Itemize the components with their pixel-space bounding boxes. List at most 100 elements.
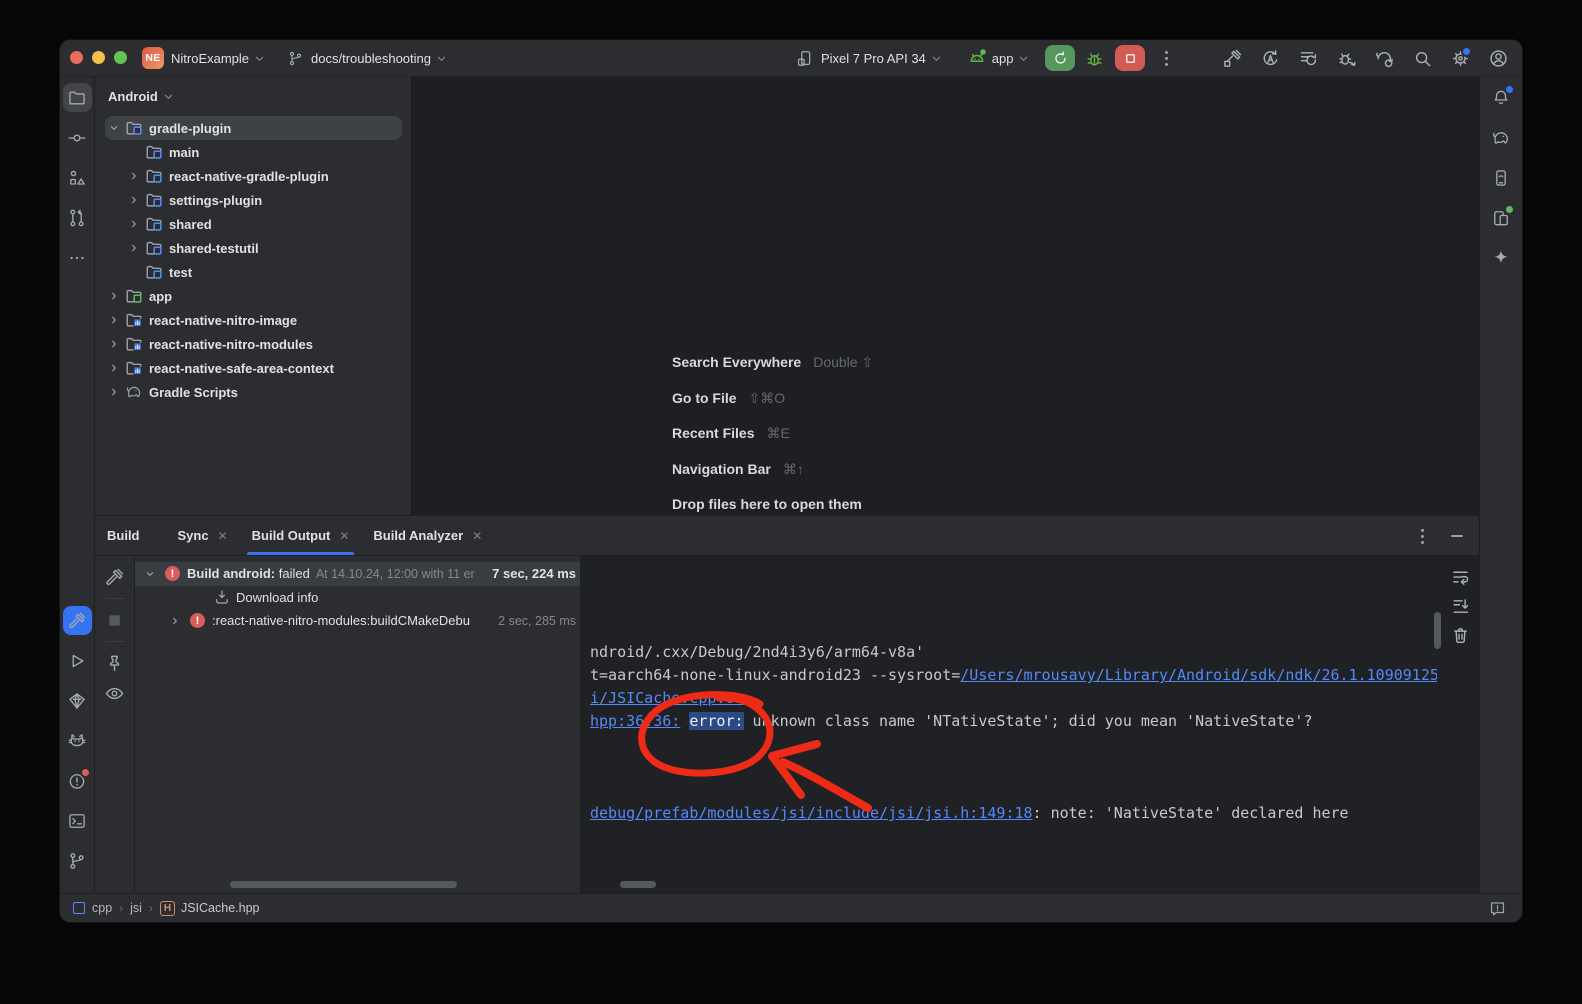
tree-indent[interactable] bbox=[125, 264, 143, 280]
tool-window-button-structure[interactable] bbox=[63, 163, 92, 192]
project-view-selector[interactable]: Android bbox=[95, 76, 411, 116]
apply-code-changes-button[interactable] bbox=[1296, 46, 1320, 70]
breadcrumb-item[interactable]: cpp bbox=[92, 901, 112, 915]
tool-window-button-terminal[interactable] bbox=[63, 806, 92, 835]
tree-item-shared-testutil[interactable]: shared-testutil bbox=[105, 236, 402, 260]
build-tree-row[interactable]: !Build android: failedAt 14.10.24, 12:00… bbox=[135, 562, 580, 586]
console-vertical-scrollbar[interactable] bbox=[1434, 612, 1441, 649]
chevron-right-icon[interactable] bbox=[125, 216, 143, 232]
tree-item-react-native-gradle-plugin[interactable]: react-native-gradle-plugin bbox=[105, 164, 402, 188]
chevron-right-icon[interactable] bbox=[125, 240, 143, 256]
minimize-window-button[interactable] bbox=[92, 51, 105, 64]
build-tree-row[interactable]: !:react-native-nitro-modules:buildCMakeD… bbox=[135, 609, 580, 633]
tool-window-button-run[interactable] bbox=[63, 646, 92, 675]
chevron-down-icon[interactable] bbox=[141, 566, 159, 582]
chevron-down-icon[interactable] bbox=[1016, 51, 1031, 66]
sync-gradle-button[interactable] bbox=[1372, 46, 1396, 70]
console-link[interactable]: hpp:36:36: bbox=[590, 712, 680, 730]
device-selector[interactable]: Pixel 7 Pro API 34 bbox=[821, 51, 926, 66]
breadcrumb-item[interactable]: jsi bbox=[130, 901, 142, 915]
chevron-right-icon[interactable] bbox=[105, 312, 123, 328]
tool-window-button-more[interactable] bbox=[63, 243, 92, 272]
build-tree-row[interactable]: Download info bbox=[135, 586, 580, 610]
chevron-right-icon[interactable] bbox=[105, 288, 123, 304]
tree-item-main[interactable]: main bbox=[105, 140, 402, 164]
build-project-button[interactable] bbox=[1220, 46, 1244, 70]
close-tab-icon[interactable]: ✕ bbox=[472, 529, 482, 543]
tool-window-button-gemini[interactable] bbox=[1487, 243, 1516, 272]
tree-item-react-native-nitro-image[interactable]: react-native-nitro-image bbox=[105, 308, 402, 332]
tree-indent[interactable] bbox=[191, 589, 209, 605]
tab-build-output[interactable]: Build Output✕ bbox=[240, 516, 362, 555]
chevron-right-icon[interactable] bbox=[105, 336, 123, 352]
apply-changes-button[interactable] bbox=[1258, 46, 1282, 70]
tree-item-settings-plugin[interactable]: settings-plugin bbox=[105, 188, 402, 212]
tree-item-gradle-plugin[interactable]: gradle-plugin bbox=[105, 116, 402, 140]
tool-window-button-running-devices[interactable] bbox=[1487, 203, 1516, 232]
tool-window-button-commit[interactable] bbox=[63, 123, 92, 152]
tool-window-button-notifications[interactable] bbox=[1487, 83, 1516, 112]
clear-all-button[interactable] bbox=[1448, 623, 1472, 647]
more-actions-kebab-icon[interactable] bbox=[1157, 51, 1175, 66]
search-everywhere-button[interactable] bbox=[1410, 46, 1434, 70]
build-tree-horizontal-scrollbar[interactable] bbox=[230, 881, 457, 888]
tool-window-button-gradle[interactable] bbox=[1487, 123, 1516, 152]
rerun-build-button[interactable] bbox=[103, 565, 127, 589]
chevron-right-icon[interactable] bbox=[105, 384, 123, 400]
tool-window-button-device-manager[interactable] bbox=[1487, 163, 1516, 192]
chevron-down-icon[interactable] bbox=[434, 51, 449, 66]
tree-item-Gradle Scripts[interactable]: Gradle Scripts bbox=[105, 380, 402, 404]
build-panel-options-kebab-icon[interactable] bbox=[1413, 529, 1431, 544]
debug-button[interactable] bbox=[1082, 46, 1106, 70]
chevron-right-icon[interactable] bbox=[166, 613, 184, 629]
console-link[interactable]: debug/prefab/modules/jsi/include/jsi/jsi… bbox=[590, 804, 1033, 822]
profile-button[interactable] bbox=[1486, 46, 1510, 70]
stop-build-button[interactable] bbox=[103, 608, 127, 632]
project-name[interactable]: NitroExample bbox=[171, 51, 249, 66]
breadcrumb-item[interactable]: JSICache.hpp bbox=[181, 901, 260, 915]
tree-item-shared[interactable]: shared bbox=[105, 212, 402, 236]
console-horizontal-scrollbar[interactable] bbox=[620, 881, 656, 888]
tree-item-test[interactable]: test bbox=[105, 260, 402, 284]
chevron-right-icon[interactable] bbox=[105, 360, 123, 376]
tree-item-react-native-safe-area-context[interactable]: react-native-safe-area-context bbox=[105, 356, 402, 380]
tool-window-button-app-quality-insights[interactable] bbox=[63, 686, 92, 715]
feedback-bubble-icon[interactable] bbox=[1485, 896, 1509, 920]
tool-window-button-build[interactable] bbox=[63, 606, 92, 635]
tool-window-button-problems[interactable] bbox=[63, 766, 92, 795]
filters-button[interactable] bbox=[103, 681, 127, 705]
chevron-down-icon[interactable] bbox=[929, 51, 944, 66]
close-window-button[interactable] bbox=[70, 51, 83, 64]
tool-window-button-pull-requests[interactable] bbox=[63, 203, 92, 232]
zoom-window-button[interactable] bbox=[114, 51, 127, 64]
attach-debugger-button[interactable] bbox=[1334, 46, 1358, 70]
settings-button[interactable] bbox=[1448, 46, 1472, 70]
soft-wrap-button[interactable] bbox=[1448, 565, 1472, 589]
tool-window-button-version-control[interactable] bbox=[63, 846, 92, 875]
close-tab-icon[interactable]: ✕ bbox=[339, 529, 349, 543]
build-console[interactable]: ndroid/.cxx/Debug/2nd4i3y6/arm64-v8a't=a… bbox=[580, 556, 1479, 893]
scroll-to-end-button[interactable] bbox=[1448, 594, 1472, 618]
tree-item-app[interactable]: app bbox=[105, 284, 402, 308]
tree-indent[interactable] bbox=[125, 144, 143, 160]
chevron-down-icon[interactable] bbox=[252, 51, 267, 66]
tool-window-button-logcat[interactable] bbox=[63, 726, 92, 755]
tab-sync[interactable]: Sync✕ bbox=[166, 516, 240, 555]
editor-area[interactable]: Search EverywhereDouble ⇧Go to File⇧⌘ORe… bbox=[412, 76, 1479, 515]
branch-name[interactable]: docs/troubleshooting bbox=[311, 51, 431, 66]
console-link[interactable]: /Users/mrousavy/Library/Android/sdk/ndk/… bbox=[960, 666, 1437, 684]
tree-item-react-native-nitro-modules[interactable]: react-native-nitro-modules bbox=[105, 332, 402, 356]
console-link[interactable]: i/JSICache.cpp.o: bbox=[590, 689, 744, 707]
tool-window-button-project[interactable] bbox=[63, 83, 92, 112]
run-config[interactable]: app bbox=[992, 51, 1014, 66]
chevron-right-icon[interactable] bbox=[125, 168, 143, 184]
close-tab-icon[interactable]: ✕ bbox=[218, 529, 228, 543]
stop-button[interactable] bbox=[1115, 45, 1145, 71]
tab-build-analyzer[interactable]: Build Analyzer✕ bbox=[361, 516, 494, 555]
hide-panel-button[interactable] bbox=[1451, 535, 1463, 538]
version-control-icon bbox=[67, 851, 87, 871]
pin-tab-button[interactable] bbox=[103, 651, 127, 675]
rerun-button[interactable] bbox=[1045, 45, 1075, 71]
chevron-right-icon[interactable] bbox=[125, 192, 143, 208]
chevron-down-icon[interactable] bbox=[105, 120, 123, 136]
